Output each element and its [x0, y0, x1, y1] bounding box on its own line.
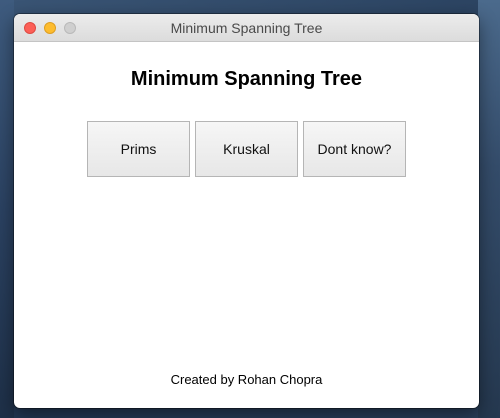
- page-title: Minimum Spanning Tree: [130, 68, 363, 90]
- kruskal-button[interactable]: Kruskal: [195, 121, 298, 177]
- desktop-wallpaper-left: [0, 0, 14, 418]
- dont-know-button[interactable]: Dont know?: [303, 121, 406, 177]
- credit-text: Created by Rohan Chopra: [170, 372, 323, 387]
- title-bar[interactable]: Minimum Spanning Tree: [14, 14, 479, 42]
- window-title: Minimum Spanning Tree: [170, 20, 323, 36]
- desktop-wallpaper-right: [478, 0, 500, 418]
- app-window: Minimum Spanning Tree Minimum Spanning T…: [14, 14, 479, 408]
- prims-button[interactable]: Prims: [87, 121, 190, 177]
